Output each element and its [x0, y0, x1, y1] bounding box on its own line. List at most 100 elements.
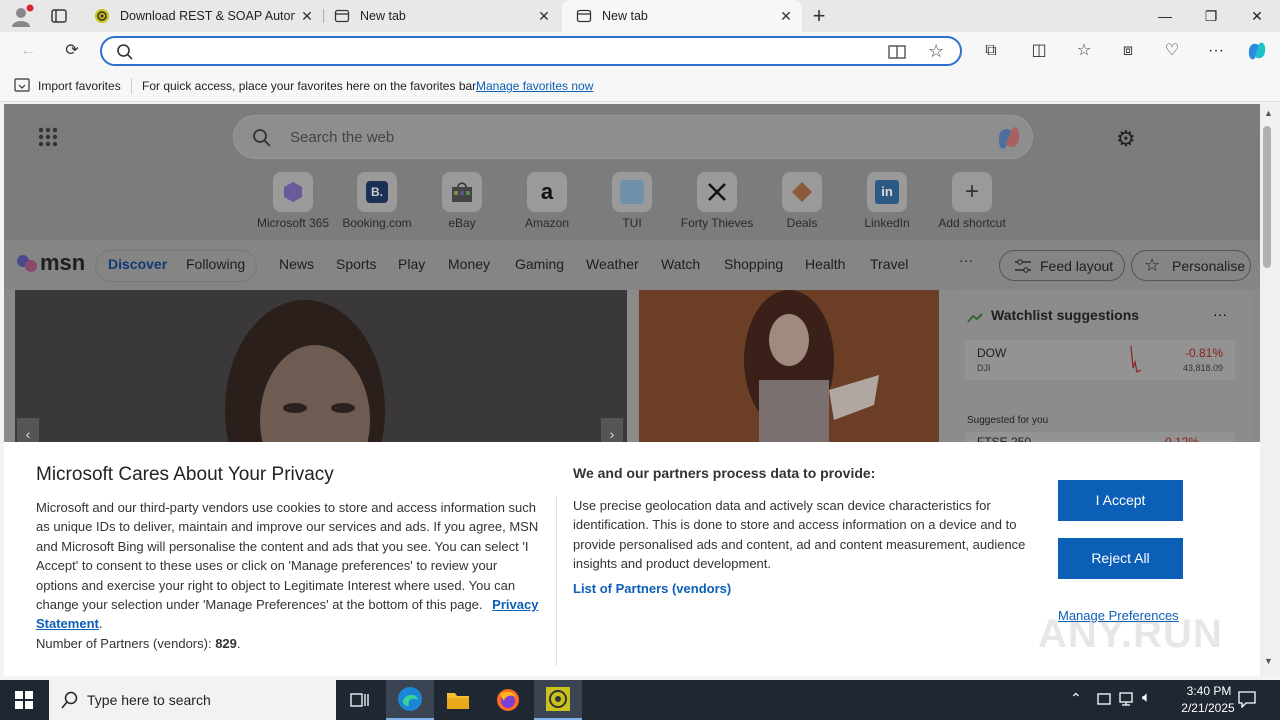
tab-title: Download REST & SOAP Automa: [120, 9, 295, 23]
taskbar-file-explorer[interactable]: [434, 680, 482, 720]
firefox-icon: [497, 689, 519, 711]
taskbar-edge[interactable]: [386, 680, 434, 720]
volume-icon[interactable]: 🔈︎: [1142, 689, 1151, 706]
nav-shopping[interactable]: Shopping: [724, 256, 783, 272]
watchlist-item-dow[interactable]: DOW DJI -0.81% 43,818.09: [965, 340, 1235, 380]
manage-favorites-link[interactable]: Manage favorites now: [476, 79, 593, 93]
nav-health[interactable]: Health: [805, 256, 845, 272]
close-tab-icon[interactable]: ✕: [299, 8, 315, 24]
scroll-up-arrow[interactable]: ▲: [1264, 108, 1273, 118]
favorites-hint: For quick access, place your favorites h…: [142, 79, 479, 93]
search-icon: [116, 43, 134, 66]
split-screen-icon[interactable]: ◫: [1025, 38, 1053, 64]
tray-overflow-icon[interactable]: ⌃: [1070, 690, 1082, 707]
tab-actions-icon[interactable]: [50, 8, 68, 24]
shortcut-deals[interactable]: Deals: [760, 172, 844, 230]
msn-logo[interactable]: msn: [16, 250, 85, 276]
shortcut-forty-thieves[interactable]: Forty Thieves: [675, 172, 759, 230]
nav-sports[interactable]: Sports: [336, 256, 376, 272]
nav-play[interactable]: Play: [398, 256, 425, 272]
nav-more-button[interactable]: ···: [959, 252, 973, 268]
profile-avatar[interactable]: [8, 4, 34, 28]
booking-icon: B.: [357, 172, 397, 212]
scroll-thumb[interactable]: [1263, 126, 1271, 268]
shortcut-tui[interactable]: TUI: [590, 172, 674, 230]
shortcut-label: LinkedIn: [864, 216, 910, 230]
network-icon[interactable]: [1119, 691, 1137, 712]
windows-taskbar: Type here to search ⌃ 🔈︎ 3:40 PM 2/21/20…: [0, 680, 1280, 720]
copilot-icon[interactable]: [1245, 40, 1269, 62]
shortcut-amazon[interactable]: a Amazon: [505, 172, 589, 230]
minimize-button[interactable]: —: [1142, 0, 1188, 32]
tray-network-app-icon[interactable]: [1096, 691, 1112, 712]
tab-soapui[interactable]: Download REST & SOAP Automa ✕: [80, 0, 323, 32]
tab-strip: Download REST & SOAP Automa ✕ New tab ✕ …: [0, 0, 1280, 32]
amazon-icon: a: [527, 172, 567, 212]
nav-news[interactable]: News: [279, 256, 314, 272]
hero-image: [15, 290, 627, 450]
close-tab-icon[interactable]: ✕: [778, 8, 794, 24]
reject-all-button[interactable]: Reject All: [1058, 538, 1183, 579]
nav-gaming[interactable]: Gaming: [515, 256, 564, 272]
clock-date[interactable]: 2/21/2025: [1168, 701, 1248, 715]
start-button[interactable]: [0, 680, 48, 720]
tab-newtab-2[interactable]: New tab ✕: [562, 0, 802, 32]
msn-logo-text: msn: [40, 250, 86, 275]
page-settings-gear-icon[interactable]: ⚙: [1116, 126, 1136, 152]
partners-label: Number of Partners (vendors):: [36, 635, 212, 651]
clock-time[interactable]: 3:40 PM: [1174, 684, 1244, 698]
close-tab-icon[interactable]: ✕: [536, 8, 552, 24]
tab-following[interactable]: Following: [186, 256, 245, 272]
apps-grid-icon[interactable]: [38, 127, 58, 152]
new-tab-button[interactable]: +: [808, 4, 830, 28]
edge-icon: [398, 687, 422, 711]
import-favorites-icon[interactable]: [14, 78, 30, 95]
browser-toolbar: ← ⟳ ☆ ⧉ ◫ ☆ ⧈ ♡ ···: [0, 32, 1280, 70]
import-favorites-button[interactable]: Import favorites: [38, 79, 121, 93]
tab-newtab-1[interactable]: New tab ✕: [320, 0, 560, 32]
nav-watch[interactable]: Watch: [661, 256, 700, 272]
notification-icon[interactable]: [1238, 690, 1256, 713]
task-view-button[interactable]: [336, 680, 384, 720]
nav-weather[interactable]: Weather: [586, 256, 639, 272]
trend-icon: [967, 310, 983, 328]
vertical-scrollbar[interactable]: ▲ ▼: [1260, 104, 1280, 676]
close-window-button[interactable]: ✕: [1234, 0, 1280, 32]
soapui-icon: [94, 8, 110, 24]
nav-money[interactable]: Money: [448, 256, 490, 272]
feed-layout-button[interactable]: Feed layout: [999, 250, 1125, 281]
performance-icon[interactable]: ♡: [1158, 38, 1186, 64]
favorites-icon[interactable]: ☆: [1070, 38, 1098, 64]
nav-travel[interactable]: Travel: [870, 256, 908, 272]
web-search-box[interactable]: Search the web: [233, 115, 1033, 159]
taskbar-firefox[interactable]: [484, 680, 532, 720]
settings-more-icon[interactable]: ···: [1202, 38, 1230, 64]
accept-button[interactable]: I Accept: [1058, 480, 1183, 521]
hero-news-card[interactable]: ‹ ›: [15, 290, 627, 450]
refresh-button[interactable]: ⟳: [58, 38, 86, 64]
taskbar-soapui[interactable]: [534, 680, 582, 720]
shortcut-microsoft365[interactable]: Microsoft 365: [251, 172, 335, 230]
copilot-icon[interactable]: [994, 124, 1024, 157]
personalise-button[interactable]: ☆ Personalise: [1131, 250, 1251, 281]
restore-button[interactable]: ❐: [1188, 0, 1234, 32]
plus-icon: +: [952, 172, 992, 212]
immersive-reader-icon[interactable]: [888, 43, 906, 66]
watchlist-more-button[interactable]: ···: [1213, 306, 1227, 322]
shortcut-booking[interactable]: B. Booking.com: [335, 172, 419, 230]
favorite-star-icon[interactable]: ☆: [928, 41, 944, 62]
extensions-icon[interactable]: ⧉: [977, 38, 1005, 64]
shortcut-add[interactable]: + Add shortcut: [930, 172, 1014, 230]
taskbar-search[interactable]: Type here to search: [49, 680, 336, 720]
shortcut-ebay[interactable]: eBay: [420, 172, 504, 230]
shortcut-linkedin[interactable]: in LinkedIn: [845, 172, 929, 230]
back-button[interactable]: ←: [14, 38, 42, 64]
partners-list-link[interactable]: List of Partners (vendors): [573, 581, 731, 596]
task-view-icon: [350, 693, 369, 707]
scroll-down-arrow[interactable]: ▼: [1264, 656, 1273, 666]
address-bar[interactable]: ☆: [100, 36, 962, 66]
tab-discover[interactable]: Discover: [108, 256, 167, 272]
collections-icon[interactable]: ⧈: [1114, 38, 1142, 64]
windows-logo-icon: [15, 691, 33, 709]
secondary-news-card[interactable]: [639, 290, 939, 450]
